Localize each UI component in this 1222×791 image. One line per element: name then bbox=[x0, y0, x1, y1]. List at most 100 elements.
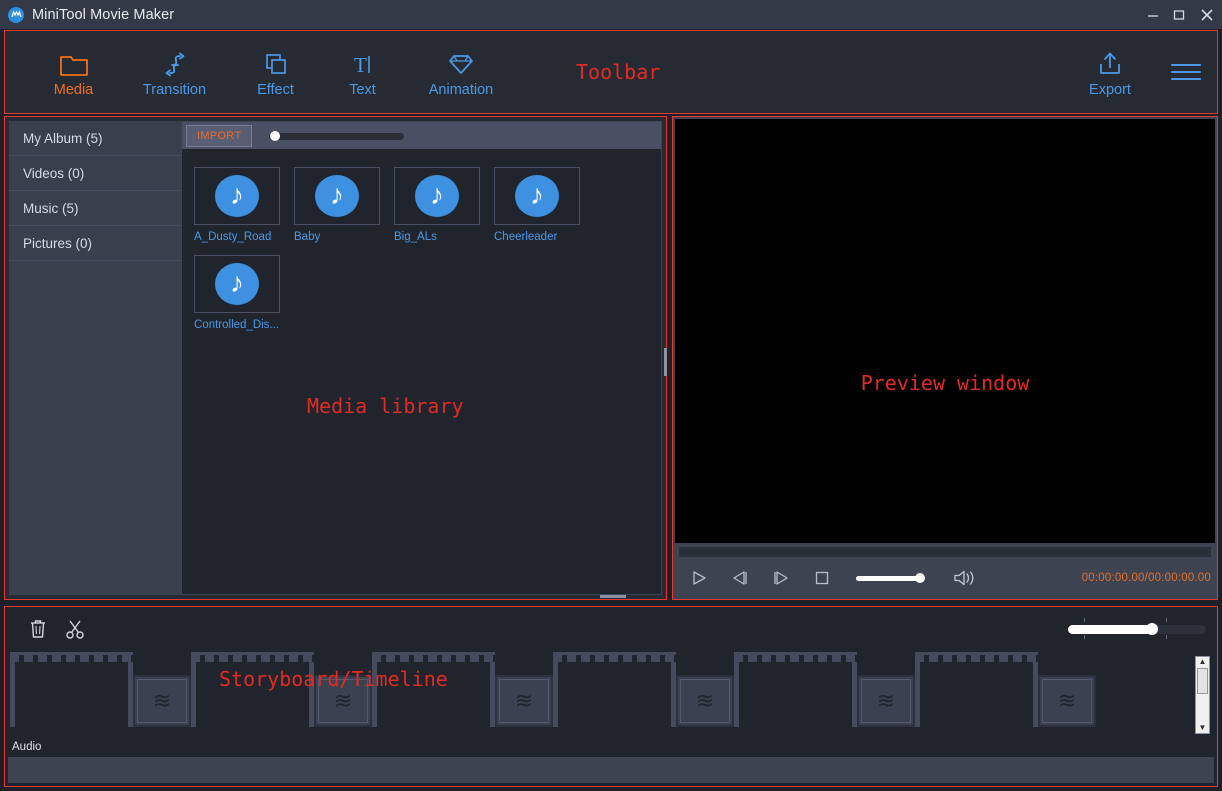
speaker-icon[interactable] bbox=[935, 568, 993, 588]
scrollbar-thumb[interactable] bbox=[1197, 668, 1208, 694]
zoom-fill bbox=[1068, 625, 1152, 634]
next-frame-button[interactable] bbox=[761, 569, 802, 587]
play-button[interactable] bbox=[679, 569, 720, 587]
svg-text:T: T bbox=[354, 53, 367, 77]
import-button[interactable]: IMPORT bbox=[186, 125, 252, 147]
sidebar-item-label: Music (5) bbox=[23, 201, 79, 216]
timecode-display: 00:00:00.00/00:00:00.00 bbox=[1082, 572, 1211, 584]
timeline-scrollbar[interactable]: ▲ ▼ bbox=[1195, 656, 1210, 734]
preview-screen[interactable]: Preview window bbox=[675, 119, 1215, 543]
transition-arrows-icon[interactable]: ≋ bbox=[676, 675, 734, 727]
export-label: Export bbox=[1089, 83, 1131, 98]
transition-arrows-icon[interactable]: ≋ bbox=[857, 675, 915, 727]
sidebar-item-label: My Album (5) bbox=[23, 131, 103, 146]
volume-slider[interactable] bbox=[842, 576, 935, 581]
toolbar-item-label: Effect bbox=[257, 83, 294, 98]
timeline-toolbar bbox=[5, 607, 1217, 651]
timeline-zoom-slider[interactable] bbox=[1068, 622, 1206, 636]
library-toolbar: IMPORT bbox=[182, 122, 661, 149]
media-item-label: Big_ALs bbox=[394, 231, 494, 243]
chevron-up-icon[interactable]: ▲ bbox=[1199, 657, 1207, 667]
transition-arrows-icon[interactable]: ≋ bbox=[495, 675, 553, 727]
preview-annotation: Preview window bbox=[861, 371, 1030, 395]
toolbar-annotation: Toolbar bbox=[576, 60, 660, 84]
media-thumbnail[interactable]: ♪ bbox=[294, 167, 380, 225]
music-note-icon: ♪ bbox=[515, 175, 559, 217]
maximize-button[interactable] bbox=[1166, 0, 1192, 29]
music-note-icon: ♪ bbox=[315, 175, 359, 217]
media-thumbnail[interactable]: ♪ bbox=[394, 167, 480, 225]
zoom-knob[interactable] bbox=[1146, 623, 1158, 635]
transition-arrows-icon[interactable]: ≋ bbox=[133, 675, 191, 727]
folder-icon bbox=[59, 48, 89, 78]
toolbar: Media Transition Effect T Text Animation bbox=[4, 30, 1218, 114]
volume-track bbox=[856, 576, 922, 581]
previous-frame-button[interactable] bbox=[720, 569, 761, 587]
music-note-icon: ♪ bbox=[415, 175, 459, 217]
layers-icon bbox=[261, 48, 291, 78]
media-item-label: Cheerleader bbox=[494, 231, 594, 243]
timeline-clip[interactable] bbox=[553, 652, 676, 727]
sidebar-item-label: Pictures (0) bbox=[23, 236, 92, 251]
timeline-annotation: Storyboard/Timeline bbox=[219, 667, 448, 691]
toolbar-item-transition[interactable]: Transition bbox=[117, 48, 232, 98]
audio-track[interactable] bbox=[8, 757, 1214, 783]
media-item[interactable]: ♪ Controlled_Dis... bbox=[194, 255, 314, 331]
text-cursor-icon: T bbox=[348, 48, 378, 78]
media-item-label: Controlled_Dis... bbox=[194, 319, 314, 331]
media-item[interactable]: ♪ Cheerleader bbox=[494, 167, 594, 243]
scissors-icon[interactable] bbox=[65, 618, 85, 645]
timeline-clip[interactable] bbox=[10, 652, 133, 727]
preview-controls: 00:00:00.00/00:00:00.00 bbox=[679, 559, 1211, 597]
media-grid: ♪ A_Dusty_Road ♪ Baby ♪ Big_ALs bbox=[182, 149, 661, 594]
media-item[interactable]: ♪ Baby bbox=[294, 167, 394, 243]
chevron-down-icon[interactable]: ▼ bbox=[1199, 723, 1207, 733]
slider-knob[interactable] bbox=[270, 131, 280, 141]
storyboard-track[interactable]: ≋ ≋ ≋ ≋ ≋ ≋ bbox=[10, 652, 1191, 744]
transition-arrows-icon[interactable]: ≋ bbox=[1038, 675, 1096, 727]
diamond-icon bbox=[446, 48, 476, 78]
export-button[interactable]: Export bbox=[1065, 48, 1155, 98]
sidebar-item-pictures[interactable]: Pictures (0) bbox=[9, 226, 181, 261]
upload-icon bbox=[1095, 48, 1125, 78]
timeline-panel: ≋ ≋ ≋ ≋ ≋ ≋ ▲ ▼ Audio bbox=[4, 606, 1218, 787]
preview-panel: Preview window 00:00: bbox=[672, 116, 1218, 600]
media-item-label: Baby bbox=[294, 231, 394, 243]
sidebar-item-label: Videos (0) bbox=[23, 166, 84, 181]
timeline-clip[interactable] bbox=[915, 652, 1038, 727]
vertical-splitter-handle[interactable] bbox=[664, 348, 667, 376]
media-panel: My Album (5) Videos (0) Music (5) Pictur… bbox=[4, 116, 667, 600]
minitool-logo-icon bbox=[8, 7, 24, 23]
toolbar-item-media[interactable]: Media bbox=[30, 48, 117, 98]
trash-icon[interactable] bbox=[28, 618, 48, 645]
timeline-clip[interactable] bbox=[734, 652, 857, 727]
transition-swap-icon bbox=[160, 48, 190, 78]
library-zoom-slider[interactable] bbox=[269, 131, 404, 141]
window-title: MiniTool Movie Maker bbox=[32, 7, 174, 23]
media-thumbnail[interactable]: ♪ bbox=[494, 167, 580, 225]
toolbar-item-label: Transition bbox=[143, 83, 206, 98]
volume-knob[interactable] bbox=[915, 573, 925, 583]
close-button[interactable] bbox=[1192, 0, 1222, 29]
hamburger-menu-icon[interactable] bbox=[1155, 59, 1217, 85]
toolbar-item-text[interactable]: T Text bbox=[319, 48, 406, 98]
music-note-icon: ♪ bbox=[215, 175, 259, 217]
media-library: IMPORT ♪ A_Dusty_Road ♪ Baby bbox=[181, 121, 662, 595]
media-item-label: A_Dusty_Road bbox=[194, 231, 294, 243]
media-thumbnail[interactable]: ♪ bbox=[194, 255, 280, 313]
app-window: MiniTool Movie Maker Media Transition bbox=[0, 0, 1222, 791]
toolbar-item-animation[interactable]: Animation bbox=[406, 48, 516, 98]
sidebar-item-my-album[interactable]: My Album (5) bbox=[9, 121, 181, 156]
slider-track bbox=[269, 133, 404, 140]
stop-button[interactable] bbox=[801, 569, 842, 587]
media-library-annotation: Media library bbox=[307, 394, 464, 418]
sidebar-item-videos[interactable]: Videos (0) bbox=[9, 156, 181, 191]
media-thumbnail[interactable]: ♪ bbox=[194, 167, 280, 225]
horizontal-splitter-handle[interactable] bbox=[600, 595, 626, 598]
preview-seekbar[interactable] bbox=[679, 547, 1211, 557]
toolbar-item-effect[interactable]: Effect bbox=[232, 48, 319, 98]
minimize-button[interactable] bbox=[1140, 0, 1166, 29]
media-item[interactable]: ♪ A_Dusty_Road bbox=[194, 167, 294, 243]
media-item[interactable]: ♪ Big_ALs bbox=[394, 167, 494, 243]
sidebar-item-music[interactable]: Music (5) bbox=[9, 191, 181, 226]
